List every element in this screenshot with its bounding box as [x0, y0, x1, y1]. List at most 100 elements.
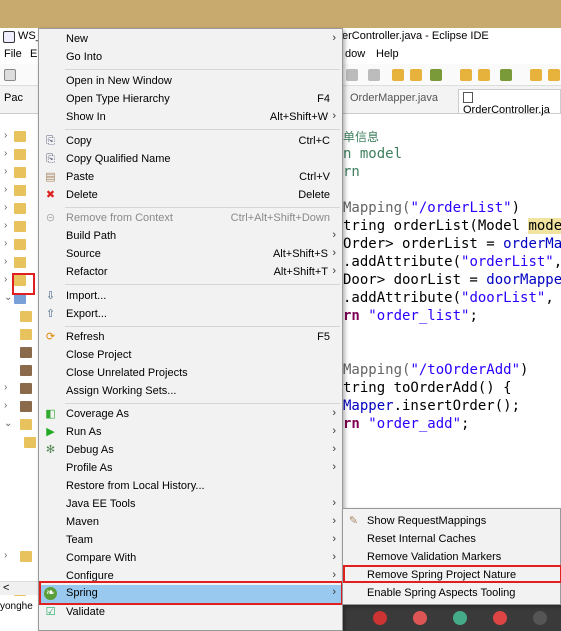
debug-icon: ✻ [45, 444, 56, 456]
toolbar-icon[interactable] [410, 69, 422, 81]
toolbar-icon[interactable] [346, 69, 358, 81]
code-string: "orderList" [461, 254, 554, 270]
menu-item-java-ee-tools[interactable]: Java EE Tools › [39, 496, 342, 514]
submenu-item-remove-validation[interactable]: Remove Validation Markers [343, 548, 560, 566]
menu-item-close-unrelated[interactable]: Close Unrelated Projects [39, 365, 342, 383]
spring-submenu: ✎ Show RequestMappings Reset Internal Cac… [342, 508, 561, 605]
menu-edit[interactable]: E [30, 48, 37, 60]
menu-item-open-type-hierarchy[interactable]: Open Type Hierarchy F4 [39, 91, 342, 109]
menu-item-export[interactable]: ⇧ Export... [39, 306, 342, 324]
tree-item[interactable]: › [4, 400, 34, 414]
library-icon [20, 383, 32, 394]
menu-label: Import... [66, 290, 107, 302]
tree-item[interactable] [4, 436, 36, 450]
toolbar-icon[interactable] [392, 69, 404, 81]
menu-item-source[interactable]: Source Alt+Shift+S › [39, 246, 342, 264]
tree-item[interactable] [4, 328, 34, 342]
menu-item-show-in[interactable]: Show In Alt+Shift+W › [39, 109, 342, 127]
tree-item[interactable]: ⌄ [4, 418, 34, 432]
menu-item-compare-with[interactable]: Compare With › [39, 550, 342, 568]
menu-window[interactable]: dow [345, 48, 365, 60]
tree-item[interactable]: › [4, 238, 34, 252]
menu-item-build-path[interactable]: Build Path › [39, 228, 342, 246]
code-line: rn "order_add"; [343, 416, 469, 432]
menu-shortcut: F5 [317, 331, 330, 343]
copy-qualified-icon: ⎘ [46, 153, 55, 165]
code-line: tring orderList(Model model) [343, 218, 561, 234]
menu-file[interactable]: File [4, 48, 22, 60]
tree-item[interactable]: › [4, 202, 34, 216]
tab-ordermapper[interactable]: OrderMapper.java [350, 92, 438, 104]
code-editor[interactable]: 单信息 n model rn Mapping("/orderList") tri… [343, 128, 561, 498]
menu-item-maven[interactable]: Maven › [39, 514, 342, 532]
menu-item-new[interactable]: New › [39, 31, 342, 49]
tree-item[interactable]: › [4, 550, 34, 564]
menu-item-import[interactable]: ⇩ Import... [39, 288, 342, 306]
toolbar-icon[interactable] [548, 69, 560, 81]
folder-icon [20, 419, 32, 430]
taskbar-icon[interactable] [493, 611, 507, 625]
toolbar-icon[interactable] [430, 69, 442, 81]
tree-item[interactable] [4, 346, 34, 360]
submenu-arrow-icon: › [332, 425, 336, 437]
tree-item[interactable]: › [4, 184, 34, 198]
submenu-item-enable-aspects[interactable]: Enable Spring Aspects Tooling [343, 584, 560, 602]
export-icon: ⇧ [45, 308, 56, 320]
menu-label: Delete [66, 189, 98, 201]
tree-item[interactable]: › [4, 166, 34, 180]
tree-item[interactable]: › [4, 220, 34, 234]
toolbar-icon[interactable] [478, 69, 490, 81]
tree-item[interactable]: › [4, 130, 34, 144]
menu-separator [65, 69, 340, 70]
menu-item-refactor[interactable]: Refactor Alt+Shift+T › [39, 264, 342, 282]
menu-item-copy[interactable]: ⎘ Copy Ctrl+C [39, 133, 342, 151]
code-text: ; [461, 416, 470, 432]
tab-ordercontroller[interactable]: OrderController.ja [458, 89, 561, 116]
menu-item-paste[interactable]: ▤ Paste Ctrl+V [39, 169, 342, 187]
tree-item[interactable]: › [4, 148, 34, 162]
menu-item-open-new-window[interactable]: Open in New Window [39, 73, 342, 91]
menu-item-copy-qualified-name[interactable]: ⎘ Copy Qualified Name [39, 151, 342, 169]
submenu-item-reset-caches[interactable]: Reset Internal Caches [343, 530, 560, 548]
toolbar-icon[interactable] [368, 69, 380, 81]
code-string: "doorList" [461, 290, 546, 306]
menu-item-assign-working-sets[interactable]: Assign Working Sets... [39, 383, 342, 401]
menu-item-remove-from-context[interactable]: ⊝ Remove from Context Ctrl+Alt+Shift+Down [39, 210, 342, 228]
code-highlight: model [528, 218, 561, 234]
menu-item-profile-as[interactable]: Profile As › [39, 460, 342, 478]
new-icon[interactable] [4, 69, 16, 81]
tree-item[interactable]: › [4, 256, 34, 270]
tree-item[interactable]: › [4, 382, 34, 396]
taskbar-icon[interactable] [413, 611, 427, 625]
request-mappings-icon: ✎ [348, 515, 359, 527]
menu-item-delete[interactable]: ✖ Delete Delete [39, 187, 342, 205]
menu-separator [65, 403, 340, 404]
menu-item-coverage-as[interactable]: ◧ Coverage As › [39, 406, 342, 424]
toolbar-icon[interactable] [500, 69, 512, 81]
menu-item-refresh[interactable]: ⟳ Refresh F5 [39, 329, 342, 347]
menu-item-team[interactable]: Team › [39, 532, 342, 550]
menu-help[interactable]: Help [376, 48, 399, 60]
menu-item-validate[interactable]: ☑ Validate [39, 604, 342, 622]
toolbar-icon[interactable] [530, 69, 542, 81]
menu-item-restore-history[interactable]: Restore from Local History... [39, 478, 342, 496]
taskbar-icon[interactable] [533, 611, 547, 625]
scroll-left-arrow[interactable]: < [3, 582, 9, 594]
menu-shortcut: Ctrl+Alt+Shift+Down [230, 212, 330, 224]
menu-item-close-project[interactable]: Close Project [39, 347, 342, 365]
menu-separator [65, 129, 340, 130]
submenu-item-show-request-mappings[interactable]: ✎ Show RequestMappings [343, 512, 560, 530]
menu-item-run-as[interactable]: ▶ Run As › [39, 424, 342, 442]
code-line: rn "order_list"; [343, 308, 478, 324]
tree-item[interactable] [4, 364, 34, 378]
code-comment-param: n model [343, 146, 403, 162]
taskbar-icon[interactable] [373, 611, 387, 625]
package-explorer-tab[interactable]: Pac [4, 92, 23, 104]
menu-item-debug-as[interactable]: ✻ Debug As › [39, 442, 342, 460]
menu-item-go-into[interactable]: Go Into [39, 49, 342, 67]
annotation-highlight-spring [39, 581, 343, 605]
taskbar-icon[interactable] [453, 611, 467, 625]
horizontal-scrollbar[interactable]: < [0, 581, 38, 595]
toolbar-icon[interactable] [460, 69, 472, 81]
tree-item[interactable] [4, 310, 34, 324]
